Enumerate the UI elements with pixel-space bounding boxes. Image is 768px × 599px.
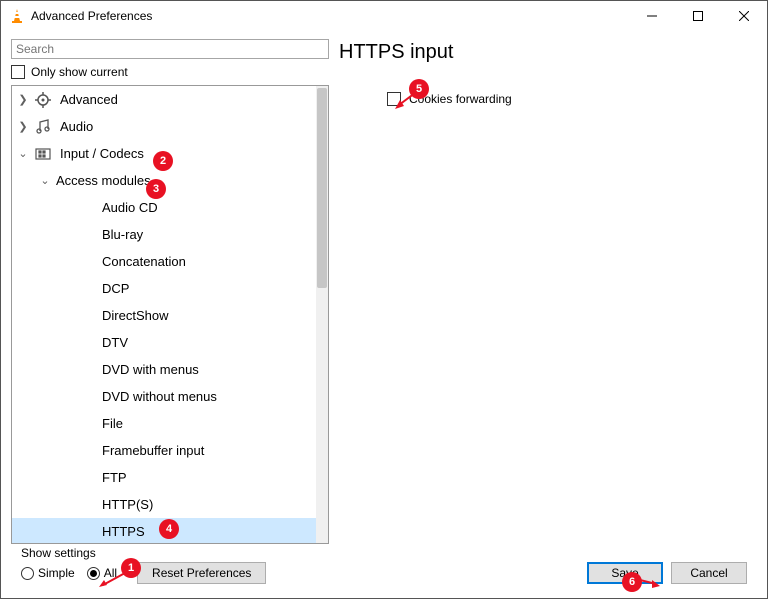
tree-item-blu-ray[interactable]: Blu-ray <box>12 221 316 248</box>
tree-item-label: DVD with menus <box>102 362 199 377</box>
tree-item-label: DVD without menus <box>102 389 217 404</box>
chevron-right-icon: ❯ <box>18 93 28 106</box>
show-settings-all[interactable]: All <box>87 566 117 580</box>
only-show-current-label: Only show current <box>31 65 128 79</box>
save-button[interactable]: Save <box>587 562 663 584</box>
only-show-current-toggle[interactable]: Only show current <box>11 65 329 79</box>
tree-item-label: DirectShow <box>102 308 168 323</box>
maximize-icon <box>693 11 703 21</box>
radio-label: All <box>104 566 117 580</box>
radio-icon <box>87 567 100 580</box>
tree-scrollbar[interactable] <box>316 86 328 543</box>
radio-icon <box>21 567 34 580</box>
window-title: Advanced Preferences <box>31 9 152 23</box>
tree-item-label: HTTP(S) <box>102 497 153 512</box>
footer: Show settings Simple All Reset Preferenc… <box>11 544 757 594</box>
titlebar: Advanced Preferences <box>1 1 767 31</box>
only-show-current-checkbox[interactable] <box>11 65 25 79</box>
tree-item-audio[interactable]: ❯ Audio <box>12 113 316 140</box>
codec-icon <box>34 145 52 163</box>
tree-item-concatenation[interactable]: Concatenation <box>12 248 316 275</box>
tree-item-label: Framebuffer input <box>102 443 204 458</box>
cancel-button[interactable]: Cancel <box>671 562 747 584</box>
preferences-tree: ❯ Advanced ❯ Audio <box>11 85 329 544</box>
chevron-down-icon: ⌄ <box>18 147 28 160</box>
minimize-icon <box>647 11 657 21</box>
tree-item-label: File <box>102 416 123 431</box>
settings-panel: HTTPS input Cookies forwarding <box>339 39 757 544</box>
cookies-forwarding-checkbox[interactable] <box>387 92 401 106</box>
tree-item-input-codecs[interactable]: ⌄ Input / Codecs <box>12 140 316 167</box>
tree-item-label: Concatenation <box>102 254 186 269</box>
tree-item-file[interactable]: File <box>12 410 316 437</box>
tree-item-label: DTV <box>102 335 128 350</box>
tree-item-dvd-without-menus[interactable]: DVD without menus <box>12 383 316 410</box>
maximize-button[interactable] <box>675 1 721 31</box>
close-icon <box>739 11 749 21</box>
show-settings-group: Show settings Simple All Reset Preferenc… <box>21 562 266 584</box>
cookies-forwarding-label: Cookies forwarding <box>409 92 512 106</box>
vlc-cone-icon <box>9 8 25 24</box>
tree-item-label: DCP <box>102 281 129 296</box>
cookies-forwarding-option[interactable]: Cookies forwarding <box>387 92 749 106</box>
tree-item-label: FTP <box>102 470 127 485</box>
radio-label: Simple <box>38 566 75 580</box>
tree-item-dvd-with-menus[interactable]: DVD with menus <box>12 356 316 383</box>
close-button[interactable] <box>721 1 767 31</box>
reset-preferences-button[interactable]: Reset Preferences <box>137 562 266 584</box>
tree-item-audio-cd[interactable]: Audio CD <box>12 194 316 221</box>
show-settings-simple[interactable]: Simple <box>21 566 75 580</box>
chevron-down-icon: ⌄ <box>40 174 50 187</box>
tree-item-dtv[interactable]: DTV <box>12 329 316 356</box>
search-input[interactable] <box>11 39 329 59</box>
music-note-icon <box>34 118 52 136</box>
tree-item-label: HTTPS <box>102 524 145 539</box>
tree-item-dcp[interactable]: DCP <box>12 275 316 302</box>
tree-item-label: Input / Codecs <box>60 146 144 161</box>
show-settings-label: Show settings <box>21 546 96 560</box>
tree-item-label: Audio <box>60 119 93 134</box>
tree-item-framebuffer-input[interactable]: Framebuffer input <box>12 437 316 464</box>
tree-item-label: Audio CD <box>102 200 158 215</box>
tree-item-http-s[interactable]: HTTP(S) <box>12 491 316 518</box>
minimize-button[interactable] <box>629 1 675 31</box>
tree-item-https[interactable]: HTTPS <box>12 518 316 543</box>
tree-item-label: Access modules <box>56 173 151 188</box>
window-controls <box>629 1 767 31</box>
tree-item-directshow[interactable]: DirectShow <box>12 302 316 329</box>
preferences-window: Advanced Preferences Only show current <box>0 0 768 599</box>
panel-title: HTTPS input <box>339 41 749 64</box>
tree-item-label: Blu-ray <box>102 227 143 242</box>
tree-item-ftp[interactable]: FTP <box>12 464 316 491</box>
chevron-right-icon: ❯ <box>18 120 28 133</box>
gear-icon <box>34 91 52 109</box>
tree-item-advanced[interactable]: ❯ Advanced <box>12 86 316 113</box>
scrollbar-thumb[interactable] <box>317 88 327 288</box>
tree-item-access-modules[interactable]: ⌄ Access modules <box>12 167 316 194</box>
tree-item-label: Advanced <box>60 92 118 107</box>
